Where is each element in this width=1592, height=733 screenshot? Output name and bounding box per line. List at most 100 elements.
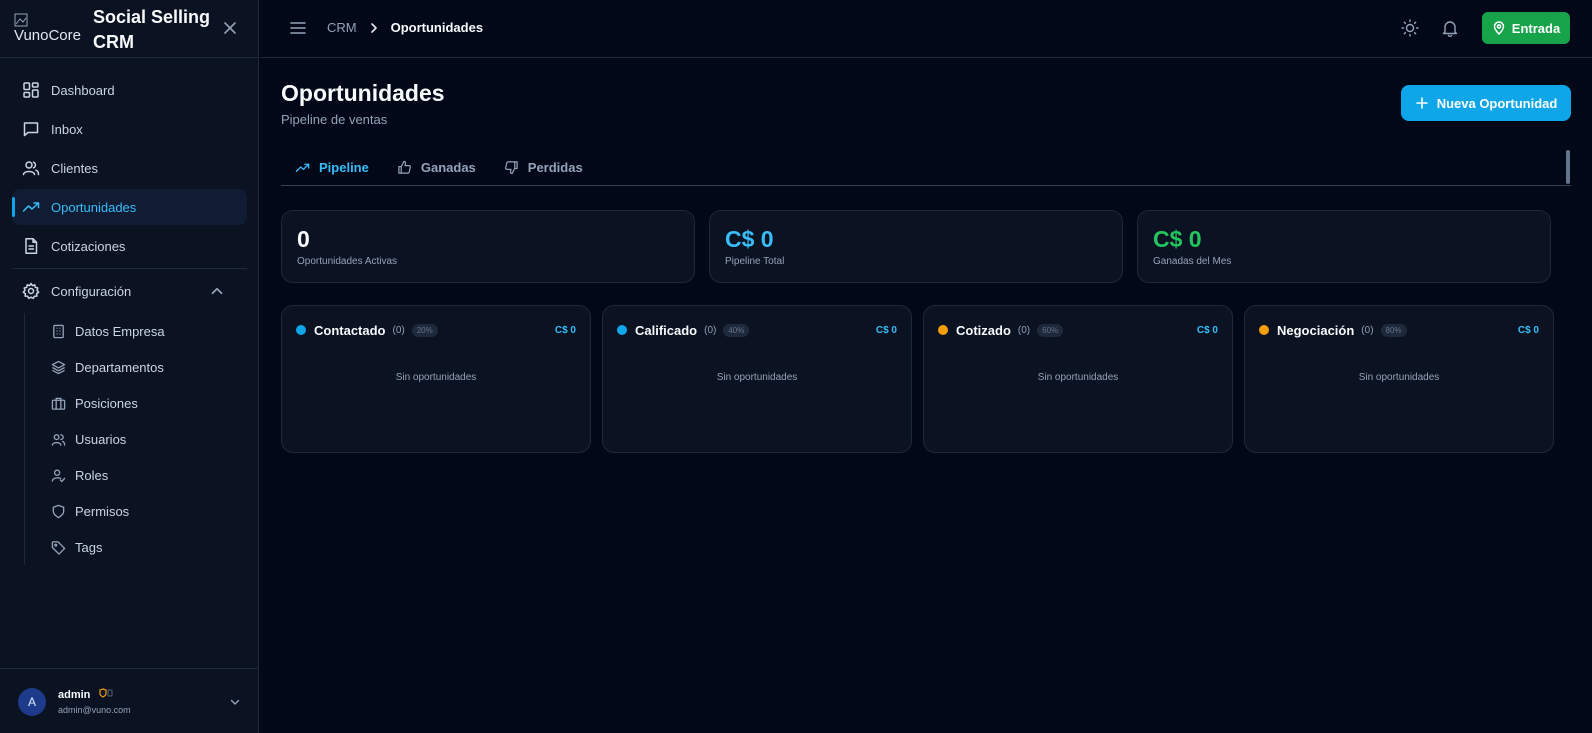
tab-label: Perdidas — [527, 159, 583, 175]
stage-amount: C$ 0 — [554, 324, 576, 336]
map-pin-icon — [1493, 21, 1505, 35]
stat-label: Oportunidades Activas — [297, 256, 398, 267]
tabs: Pipeline Ganadas Perdidas — [281, 150, 1571, 186]
sidebar-nav: Dashboard Inbox Clientes Oportunidades C… — [12, 72, 247, 312]
stage-count: (0) — [1017, 324, 1031, 336]
bell-icon[interactable] — [1440, 18, 1460, 38]
subnav-item-label: Posiciones — [75, 395, 138, 411]
subnav-item-datos-empresa[interactable]: Datos Empresa — [25, 313, 246, 349]
user-email: admin@vuno.com — [58, 705, 131, 715]
subnav-item-departamentos[interactable]: Departamentos — [25, 349, 246, 385]
tab-perdidas[interactable]: Perdidas — [490, 150, 597, 184]
breadcrumb-current: Oportunidades — [390, 20, 484, 35]
stage-amount: C$ 0 — [1517, 324, 1539, 336]
user-menu[interactable]: A admin admin@vuno.com — [0, 668, 259, 733]
sidebar-item-label: Oportunidades — [51, 199, 137, 215]
building-icon — [53, 324, 64, 338]
chevron-up-icon[interactable] — [208, 282, 226, 300]
shield-icon — [52, 504, 65, 518]
avatar: A — [18, 688, 46, 716]
pipeline-column-contactado: Contactado (0) 20% C$ 0 Sin oportunidade… — [281, 305, 591, 453]
top-bar: CRM Oportunidades Entrada — [260, 0, 1592, 58]
pipeline-column-calificado: Calificado (0) 40% C$ 0 Sin oportunidade… — [602, 305, 912, 453]
briefcase-icon — [51, 397, 66, 410]
app-title: Social Selling CRM — [93, 7, 211, 52]
page-subtitle: Pipeline de ventas — [281, 112, 388, 127]
brand-header: VunoCore Social Selling CRM — [0, 0, 258, 58]
main-content: Oportunidades Pipeline de ventas Nueva O… — [260, 58, 1592, 733]
pipeline-column-negociacion: Negociación (0) 80% C$ 0 Sin oportunidad… — [1244, 305, 1554, 453]
stage-probability-badge: 80% — [1380, 323, 1407, 337]
users-icon — [51, 433, 66, 446]
empty-state: Sin oportunidades — [1358, 372, 1440, 383]
sidebar: VunoCore Social Selling CRM Dashboard In… — [0, 0, 259, 733]
config-subnav: Datos Empresa Departamentos Posiciones U… — [24, 313, 246, 565]
close-icon[interactable] — [220, 18, 240, 38]
subnav-item-posiciones[interactable]: Posiciones — [25, 385, 246, 421]
stage-name: Cotizado — [956, 322, 1011, 338]
brand-logo[interactable]: VunoCore — [14, 13, 84, 47]
sidebar-item-label: Dashboard — [51, 82, 115, 98]
stat-value: C$ 0 — [1153, 226, 1202, 252]
sidebar-item-cotizaciones[interactable]: Cotizaciones — [12, 228, 247, 264]
tab-label: Ganadas — [420, 159, 476, 175]
stat-card-pipeline: C$ 0 Pipeline Total — [709, 210, 1123, 283]
stage-dot — [1259, 325, 1269, 335]
subnav-item-tags[interactable]: Tags — [25, 529, 246, 565]
menu-icon[interactable] — [288, 18, 308, 38]
sidebar-item-oportunidades[interactable]: Oportunidades — [12, 189, 247, 225]
dashboard-icon — [23, 82, 39, 98]
new-opportunity-button[interactable]: Nueva Oportunidad — [1401, 85, 1571, 121]
stage-probability-badge: 40% — [723, 323, 750, 337]
logo-alt-text: VunoCore — [14, 27, 81, 44]
users-icon — [22, 161, 40, 176]
pipeline-columns: Contactado (0) 20% C$ 0 Sin oportunidade… — [281, 305, 1571, 453]
nav-divider — [12, 268, 247, 269]
tab-ganadas[interactable]: Ganadas — [383, 150, 490, 184]
subnav-item-permisos[interactable]: Permisos — [25, 493, 246, 529]
stage-count: (0) — [392, 324, 405, 336]
sidebar-item-clientes[interactable]: Clientes — [12, 150, 247, 186]
thumbs-up-icon — [398, 160, 411, 174]
stat-card-active: 0 Oportunidades Activas — [281, 210, 695, 283]
sidebar-item-configuracion[interactable]: Configuración — [12, 273, 247, 309]
column-header: Cotizado (0) 60% C$ 0 — [938, 322, 1218, 338]
sidebar-item-inbox[interactable]: Inbox — [12, 111, 247, 147]
entrada-label: Entrada — [1511, 20, 1561, 36]
stage-amount: C$ 0 — [875, 324, 897, 336]
chevron-down-icon[interactable] — [228, 695, 242, 709]
pipeline-column-cotizado: Cotizado (0) 60% C$ 0 Sin oportunidades — [923, 305, 1233, 453]
subnav-item-label: Usuarios — [75, 431, 127, 447]
entrada-button[interactable]: Entrada — [1482, 12, 1570, 44]
stage-count: (0) — [704, 324, 717, 336]
stat-label: Pipeline Total — [725, 256, 785, 267]
sidebar-item-dashboard[interactable]: Dashboard — [12, 72, 247, 108]
breadcrumb: CRM Oportunidades — [327, 20, 483, 35]
plus-icon — [1415, 97, 1428, 109]
stage-name: Negociación — [1277, 322, 1355, 338]
sun-icon[interactable] — [1400, 18, 1420, 38]
subnav-item-label: Departamentos — [75, 359, 164, 375]
chevron-right-icon — [370, 22, 377, 33]
stat-label: Ganadas del Mes — [1153, 256, 1232, 267]
gear-icon — [22, 282, 40, 300]
tabs-scrollbar[interactable] — [1566, 150, 1570, 184]
user-name: admin — [58, 689, 91, 701]
broken-image-icon — [14, 13, 28, 27]
inbox-icon — [23, 122, 39, 137]
subnav-item-roles[interactable]: Roles — [25, 457, 246, 493]
subnav-item-label: Datos Empresa — [75, 323, 165, 339]
empty-state: Sin oportunidades — [716, 372, 798, 383]
subnav-item-label: Tags — [75, 539, 103, 555]
layers-icon — [51, 360, 66, 374]
empty-state: Sin oportunidades — [395, 372, 477, 383]
breadcrumb-crm[interactable]: CRM — [327, 20, 357, 35]
tab-pipeline[interactable]: Pipeline — [281, 150, 383, 184]
subnav-item-usuarios[interactable]: Usuarios — [25, 421, 246, 457]
sidebar-item-label: Inbox — [51, 121, 83, 137]
trending-up-icon — [295, 163, 310, 172]
empty-state: Sin oportunidades — [1037, 372, 1119, 383]
stage-amount: C$ 0 — [1196, 324, 1218, 336]
file-text-icon — [25, 238, 38, 254]
subnav-item-label: Permisos — [75, 503, 130, 519]
